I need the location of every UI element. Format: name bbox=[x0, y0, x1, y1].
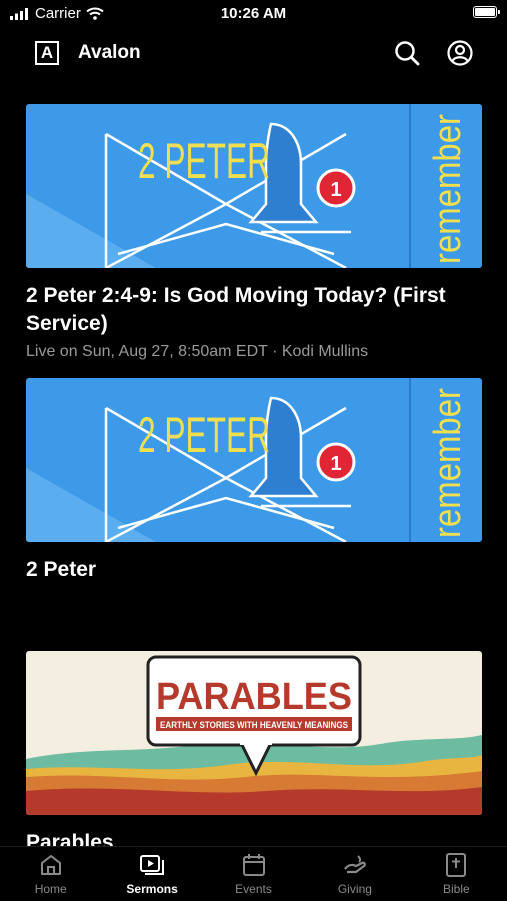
tab-events[interactable]: Events bbox=[203, 847, 304, 901]
battery-icon bbox=[473, 6, 500, 18]
tab-label: Home bbox=[34, 882, 67, 896]
thumbnail-title: PARABLES bbox=[156, 676, 352, 718]
tab-label: Sermons bbox=[126, 882, 178, 896]
sermon-thumbnail[interactable]: 1 2 PETER remember bbox=[26, 378, 482, 542]
notification-badge: 1 bbox=[330, 179, 341, 201]
tab-giving[interactable]: Giving bbox=[304, 847, 405, 901]
notification-badge: 1 bbox=[330, 453, 341, 475]
thumbnail-side-text: remember bbox=[427, 114, 469, 264]
thumbnail-subtitle: EARTHLY STORIES WITH HEAVENLY MEANINGS bbox=[160, 720, 348, 730]
tab-label: Bible bbox=[442, 882, 470, 896]
sermon-title[interactable]: 2 Peter bbox=[26, 556, 482, 584]
sermon-feed[interactable]: 1 2 PETER remember 2 Peter 2:4-9: Is God… bbox=[0, 76, 507, 846]
calendar-icon bbox=[242, 854, 265, 876]
sermon-thumbnail[interactable]: 1 2 PETER remember bbox=[26, 104, 482, 268]
home-icon bbox=[40, 855, 61, 875]
bible-icon bbox=[446, 853, 467, 877]
sermon-title[interactable]: Parables bbox=[26, 829, 482, 846]
tab-label: Giving bbox=[337, 882, 372, 896]
app-header: A Avalon bbox=[0, 30, 507, 76]
tab-bar: Home Sermons Events Giving Bible bbox=[0, 846, 507, 901]
search-icon[interactable] bbox=[393, 39, 421, 67]
sermon-card[interactable]: 1 2 PETER remember 2 Peter bbox=[26, 378, 482, 584]
sermons-icon bbox=[140, 855, 165, 875]
account-icon[interactable] bbox=[446, 39, 474, 67]
giving-icon bbox=[344, 855, 366, 874]
thumbnail-title: 2 PETER bbox=[138, 133, 270, 189]
tab-bible[interactable]: Bible bbox=[406, 847, 507, 901]
tab-label: Events bbox=[235, 882, 272, 896]
sermon-meta: Live on Sun, Aug 27, 8:50am EDT · Kodi M… bbox=[26, 343, 369, 360]
sermon-card[interactable]: 1 2 PETER remember 2 Peter 2:4-9: Is God… bbox=[26, 104, 482, 361]
thumbnail-title: 2 PETER bbox=[138, 407, 270, 463]
tab-sermons[interactable]: Sermons bbox=[101, 847, 202, 901]
app-title: Avalon bbox=[78, 42, 141, 63]
sermon-title[interactable]: 2 Peter 2:4-9: Is God Moving Today? (Fir… bbox=[26, 282, 482, 338]
tab-home[interactable]: Home bbox=[0, 847, 101, 901]
sermon-card[interactable]: PARABLES EARTHLY STORIES WITH HEAVENLY M… bbox=[26, 651, 482, 846]
status-bar: Carrier 10:26 AM bbox=[0, 0, 507, 30]
app-logo: A bbox=[35, 41, 59, 65]
sermon-thumbnail[interactable]: PARABLES EARTHLY STORIES WITH HEAVENLY M… bbox=[26, 651, 482, 815]
thumbnail-side-text: remember bbox=[427, 388, 469, 538]
clock: 10:26 AM bbox=[220, 5, 287, 22]
